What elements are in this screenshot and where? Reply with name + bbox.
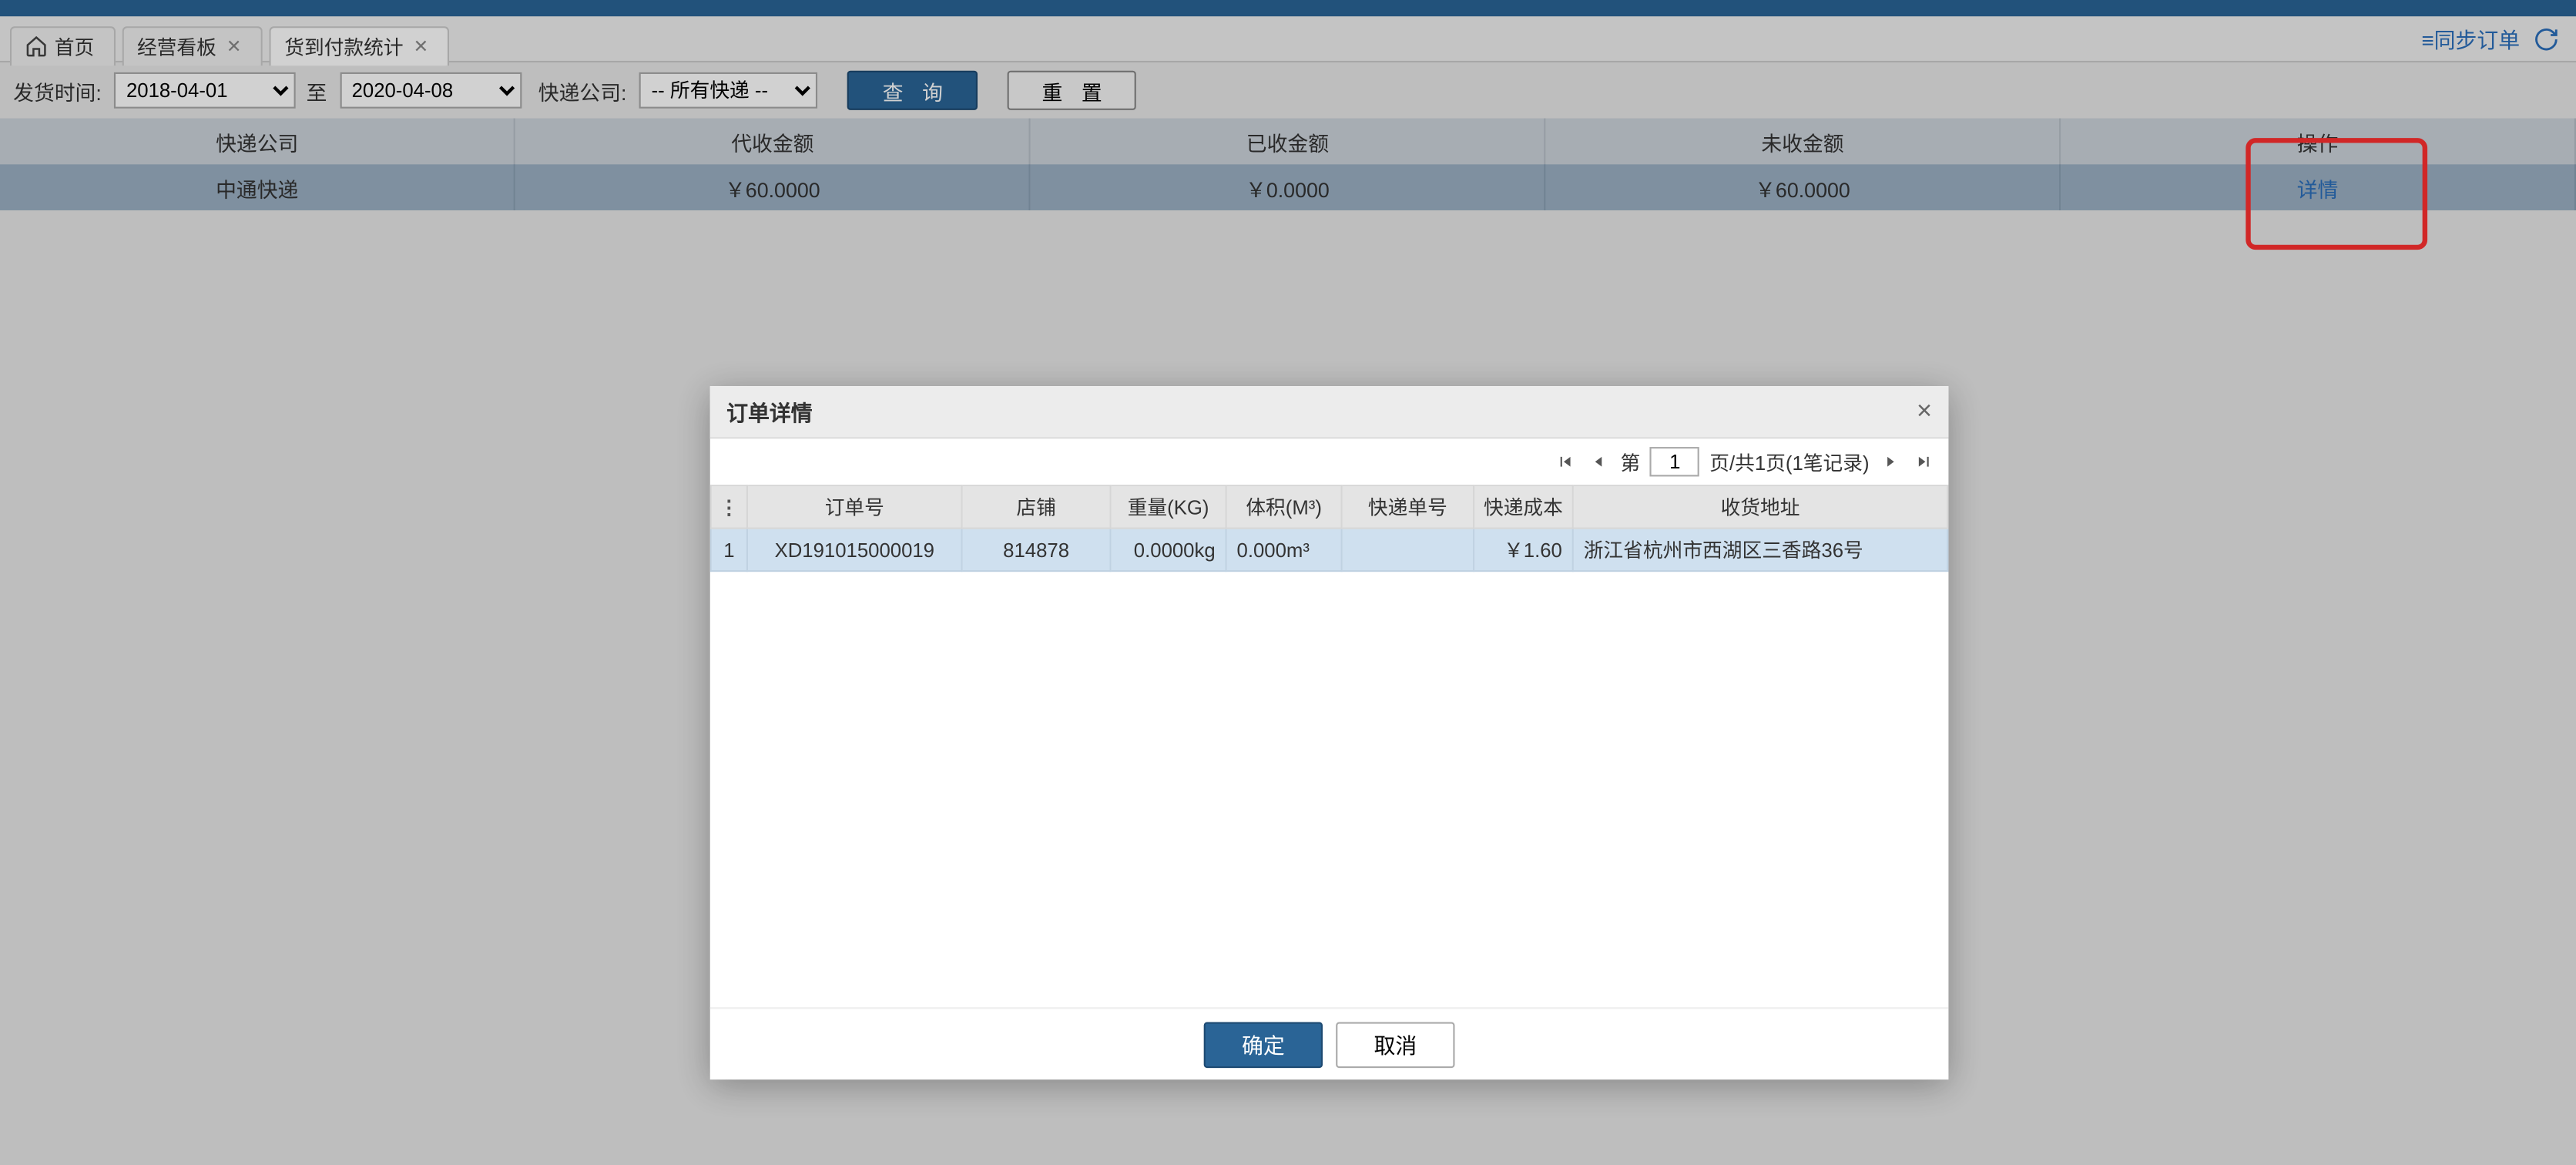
cell-idx: 1 — [711, 529, 747, 571]
modal-title: 订单详情 — [726, 396, 813, 428]
col-address: 收货地址 — [1573, 485, 1948, 528]
cell-express-no — [1342, 529, 1474, 571]
cancel-button[interactable]: 取消 — [1336, 1021, 1454, 1067]
next-page-icon[interactable] — [1879, 450, 1902, 473]
cell-order-no: XD191015000019 — [747, 529, 962, 571]
modal-table: ⋮ 订单号 店铺 重量(KG) 体积(M³) 快递单号 快递成本 收货地址 1 … — [710, 485, 1949, 572]
col-menu[interactable]: ⋮ — [711, 485, 747, 528]
modal-pager: 第 页/共1页(1笔记录) — [710, 438, 1949, 485]
col-express-no: 快递单号 — [1342, 485, 1474, 528]
cell-volume: 0.000m³ — [1226, 529, 1342, 571]
modal-footer: 确定 取消 — [710, 1007, 1949, 1079]
col-order-no: 订单号 — [747, 485, 962, 528]
col-volume: 体积(M³) — [1226, 485, 1342, 528]
ok-button[interactable]: 确定 — [1204, 1021, 1323, 1067]
modal-body: ⋮ 订单号 店铺 重量(KG) 体积(M³) 快递单号 快递成本 收货地址 1 … — [710, 485, 1949, 1007]
cell-address: 浙江省杭州市西湖区三香路36号 — [1573, 529, 1948, 571]
table-row[interactable]: 1 XD191015000019 814878 0.0000kg 0.000m³… — [711, 529, 1948, 571]
pager-pre-label: 第 — [1620, 448, 1640, 475]
prev-page-icon[interactable] — [1588, 450, 1611, 473]
modal-header: 订单详情 × — [710, 386, 1949, 438]
col-express-cost: 快递成本 — [1474, 485, 1573, 528]
modal-close-icon[interactable]: × — [1917, 397, 1932, 426]
cell-shop: 814878 — [962, 529, 1111, 571]
col-weight: 重量(KG) — [1111, 485, 1226, 528]
page-number-input[interactable] — [1650, 447, 1699, 476]
cell-express-cost: ￥1.60 — [1474, 529, 1573, 571]
pager-post-label: 页/共1页(1笔记录) — [1709, 448, 1869, 475]
order-detail-modal: 订单详情 × 第 页/共1页(1笔记录) ⋮ — [710, 386, 1949, 1079]
last-page-icon[interactable] — [1912, 450, 1935, 473]
cell-weight: 0.0000kg — [1111, 529, 1226, 571]
first-page-icon[interactable] — [1555, 450, 1578, 473]
menu-icon: ⋮ — [719, 495, 740, 519]
col-shop: 店铺 — [962, 485, 1111, 528]
